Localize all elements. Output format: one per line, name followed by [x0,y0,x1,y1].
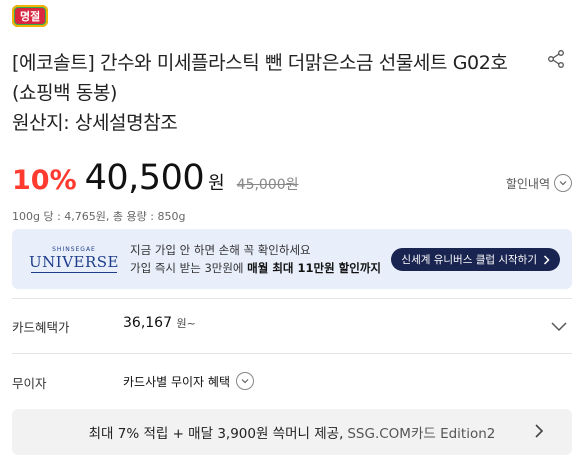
interest-free-value: 카드사별 무이자 혜택 [123,374,230,389]
card-benefit-price: 36,167 원~ [123,315,196,331]
holiday-badge: 명절 [12,5,49,27]
original-price: 45,000원 [236,177,299,193]
chevron-right-icon [543,254,550,265]
chevron-right-icon [535,424,544,438]
currency-label: 원 [208,173,225,194]
share-button[interactable] [545,48,567,70]
ssg-card-promo[interactable]: 최대 7% 적립 + 매달 3,900원 쓱머니 제공, SSG.COM카드 E… [12,409,572,455]
universe-club-button-label: 신세계 유니버스 클럽 시작하기 [401,254,537,266]
banner-line1: 지금 가입 안 하면 손해 꼭 확인하세요 [130,243,311,257]
chevron-down-icon [236,372,254,390]
share-icon [548,50,564,68]
card-benefit-label: 카드혜택가 [12,320,70,335]
product-origin: 원산지: 상세설명참조 [12,112,178,134]
product-title: [에코솔트] 간수와 미세플라스틱 뺀 더맑은소금 선물세트 G02호 (쇼핑백… [12,52,508,104]
discount-detail-label: 할인내역 [505,176,550,191]
sale-price: 40,500 [84,158,205,198]
card-promo-sub: SSG.COM카드 Edition2 [347,426,496,442]
banner-line2: 가입 즉시 받는 3만원에 매월 최대 11만원 할인까지 [130,261,381,275]
divider [12,353,572,354]
card-promo-main: 최대 7% 적립 + 매달 3,900원 쓱머니 제공, [88,426,344,442]
universe-banner[interactable]: SHINSEGAE UNIVERSE 지금 가입 안 하면 손해 꼭 확인하세요… [12,229,572,289]
discount-rate: 10% [12,165,77,196]
banner-text: 지금 가입 안 하면 손해 꼭 확인하세요 가입 즉시 받는 3만원에 매월 최… [130,241,381,277]
unit-price: 100g 당 : 4,765원, 총 용량 : 850g [12,210,186,223]
interest-free-label: 무이자 [12,376,47,391]
chevron-down-icon [554,174,572,192]
chevron-down-icon [551,322,567,332]
price-row: 10% 40,500 원 45,000원 [12,158,299,198]
discount-detail-button[interactable]: 할인내역 [506,174,572,192]
divider [12,298,572,299]
interest-free-link[interactable]: 카드사별 무이자 혜택 [123,372,254,390]
universe-logo: SHINSEGAE UNIVERSE [29,245,119,273]
card-benefit-expand[interactable] [550,317,568,335]
universe-club-button[interactable]: 신세계 유니버스 클럽 시작하기 [391,248,560,271]
